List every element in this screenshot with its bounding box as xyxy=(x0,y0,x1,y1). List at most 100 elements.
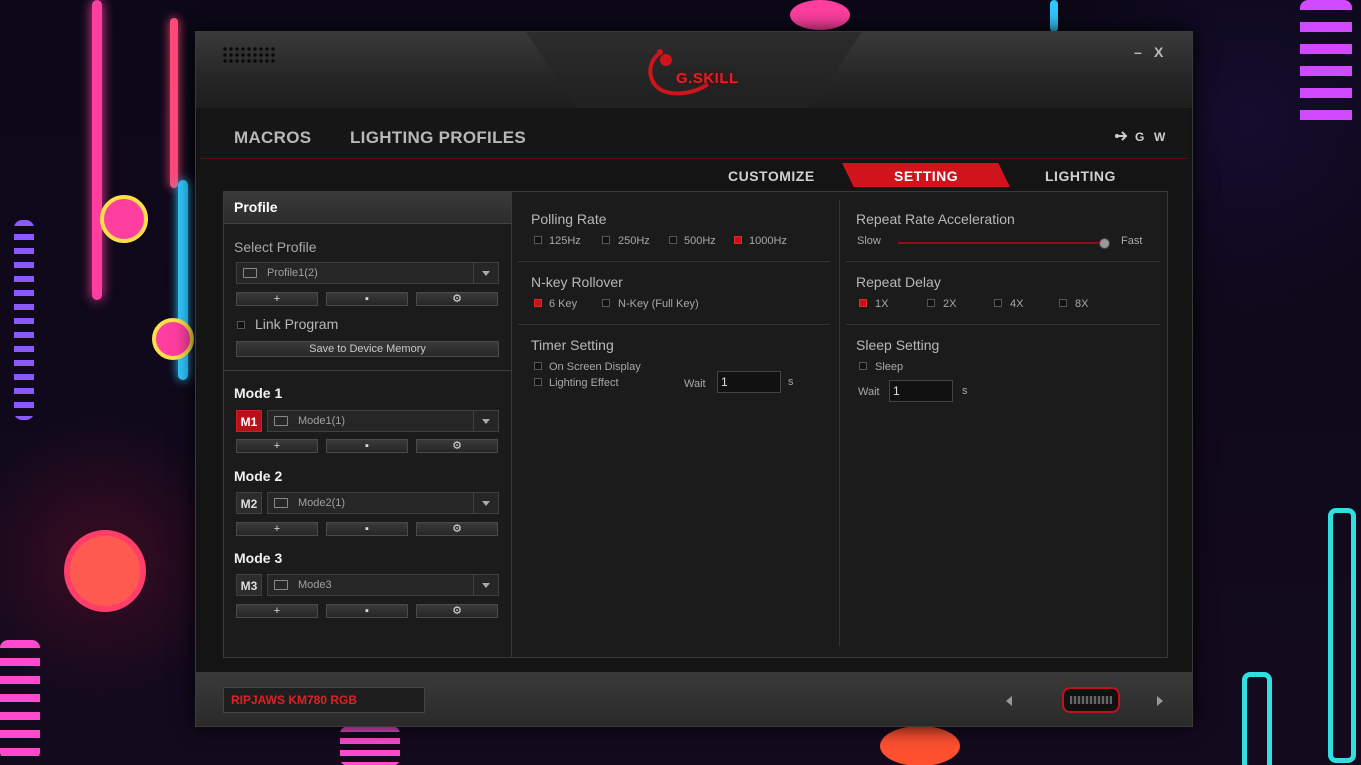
profile-dropdown-value: Profile1(2) xyxy=(267,267,318,279)
chevron-down-icon[interactable] xyxy=(473,263,498,283)
keyboard-thumbnail-icon[interactable] xyxy=(1062,687,1120,713)
delay-8x-label: 8X xyxy=(1075,298,1089,310)
mode3-dropdown-value: Mode3 xyxy=(298,579,332,591)
minimize-button[interactable]: – xyxy=(1134,44,1142,60)
polling-500-label: 500Hz xyxy=(684,235,716,247)
repeat-accel-fast-label: Fast xyxy=(1121,235,1143,247)
polling-250-label: 250Hz xyxy=(618,235,650,247)
polling-1000-checkbox[interactable] xyxy=(734,236,742,244)
mode2-add-button[interactable]: + xyxy=(236,522,318,536)
nav-lighting-profiles[interactable]: LIGHTING PROFILES xyxy=(350,128,526,148)
mode3-badge[interactable]: M3 xyxy=(236,574,262,596)
lighting-effect-checkbox[interactable] xyxy=(534,378,542,386)
delete-profile-button[interactable]: ▪ xyxy=(326,292,408,306)
logo-text: G.SKILL xyxy=(676,70,739,87)
divider xyxy=(224,370,511,371)
speaker-grille-decor xyxy=(222,46,276,64)
timer-wait-input[interactable]: 1 xyxy=(717,371,781,393)
close-button[interactable]: X xyxy=(1154,44,1163,60)
sleep-wait-input[interactable]: 1 xyxy=(889,380,953,402)
nav-macros[interactable]: MACROS xyxy=(234,128,311,148)
delay-8x-checkbox[interactable] xyxy=(1059,299,1067,307)
mode2-dropdown[interactable]: Mode2(1) xyxy=(267,492,499,514)
repeat-accel-slider-knob[interactable] xyxy=(1099,238,1110,249)
keyboard-icon xyxy=(274,580,288,590)
mode3-add-button[interactable]: + xyxy=(236,604,318,618)
nkey-full-checkbox[interactable] xyxy=(602,299,610,307)
main-nav: MACROS LIGHTING PROFILES G W xyxy=(200,108,1188,159)
sleep-wait-label: Wait xyxy=(858,386,880,398)
repeat-accel-slider-track[interactable] xyxy=(898,242,1104,244)
app-window: G.SKILL – X MACROS LIGHTING PROFILES G W… xyxy=(196,32,1192,726)
sleep-checkbox[interactable] xyxy=(859,362,867,370)
polling-250-checkbox[interactable] xyxy=(602,236,610,244)
keyboard-icon xyxy=(274,498,288,508)
divider xyxy=(846,324,1160,325)
delay-4x-checkbox[interactable] xyxy=(994,299,1002,307)
nkey-title: N-key Rollover xyxy=(531,274,623,290)
polling-125-checkbox[interactable] xyxy=(534,236,542,244)
nkey-6key-label: 6 Key xyxy=(549,298,578,310)
mode3-dropdown[interactable]: Mode3 xyxy=(267,574,499,596)
nav-w-button[interactable]: W xyxy=(1154,130,1165,144)
tab-lighting[interactable]: LIGHTING xyxy=(1045,168,1116,184)
mode1-add-button[interactable]: + xyxy=(236,439,318,453)
on-screen-display-checkbox[interactable] xyxy=(534,362,542,370)
prev-device-icon[interactable] xyxy=(1001,696,1012,706)
keyboard-icon xyxy=(243,268,257,278)
delay-4x-label: 4X xyxy=(1010,298,1024,310)
mode3-settings-button[interactable]: ⚙ xyxy=(416,604,498,618)
mode3-delete-button[interactable]: ▪ xyxy=(326,604,408,618)
chevron-down-icon[interactable] xyxy=(473,411,498,431)
sleep-title: Sleep Setting xyxy=(856,337,940,353)
select-profile-label: Select Profile xyxy=(234,239,317,255)
tab-customize[interactable]: CUSTOMIZE xyxy=(728,168,815,184)
chevron-down-icon[interactable] xyxy=(473,575,498,595)
add-profile-button[interactable]: + xyxy=(236,292,318,306)
repeat-accel-title: Repeat Rate Acceleration xyxy=(856,211,1015,227)
nkey-6key-checkbox[interactable] xyxy=(534,299,542,307)
timer-wait-label: Wait xyxy=(684,378,706,390)
divider xyxy=(846,261,1160,262)
delay-1x-label: 1X xyxy=(875,298,889,310)
mode1-dropdown[interactable]: Mode1(1) xyxy=(267,410,499,432)
device-name: RIPJAWS KM780 RGB xyxy=(223,687,425,713)
polling-500-checkbox[interactable] xyxy=(669,236,677,244)
polling-rate-title: Polling Rate xyxy=(531,211,607,227)
mode1-dropdown-value: Mode1(1) xyxy=(298,415,346,427)
save-to-device-button[interactable]: Save to Device Memory xyxy=(236,341,499,357)
repeat-accel-slow-label: Slow xyxy=(857,235,881,247)
sleep-unit-label: s xyxy=(962,385,968,397)
delay-1x-checkbox[interactable] xyxy=(859,299,867,307)
polling-1000-label: 1000Hz xyxy=(749,235,787,247)
keyboard-icon xyxy=(274,416,288,426)
chevron-down-icon[interactable] xyxy=(473,493,498,513)
mode2-settings-button[interactable]: ⚙ xyxy=(416,522,498,536)
timer-unit-label: s xyxy=(788,376,794,388)
link-program-label: Link Program xyxy=(255,316,339,332)
column-divider xyxy=(839,200,840,646)
tab-setting[interactable]: SETTING xyxy=(894,168,958,184)
repeat-delay-title: Repeat Delay xyxy=(856,274,941,290)
next-device-icon[interactable] xyxy=(1157,696,1168,706)
mode2-badge[interactable]: M2 xyxy=(236,492,262,514)
delay-2x-label: 2X xyxy=(943,298,957,310)
profile-settings-button[interactable]: ⚙ xyxy=(416,292,498,306)
lighting-effect-label: Lighting Effect xyxy=(549,377,619,389)
profile-panel: Profile Select Profile Profile1(2) + ▪ ⚙… xyxy=(223,191,512,658)
mode3-label: Mode 3 xyxy=(234,550,283,566)
device-footer: RIPJAWS KM780 RGB xyxy=(196,672,1192,726)
mode1-settings-button[interactable]: ⚙ xyxy=(416,439,498,453)
mode1-label: Mode 1 xyxy=(234,385,283,401)
mode1-badge[interactable]: M1 xyxy=(236,410,262,432)
nav-g-button[interactable]: G xyxy=(1135,130,1144,144)
mode1-delete-button[interactable]: ▪ xyxy=(326,439,408,453)
link-program-checkbox[interactable] xyxy=(237,321,245,329)
settings-panel: Polling Rate 125Hz 250Hz 500Hz 1000Hz N-… xyxy=(511,191,1168,658)
mode2-delete-button[interactable]: ▪ xyxy=(326,522,408,536)
usb-icon[interactable] xyxy=(1114,130,1128,142)
delay-2x-checkbox[interactable] xyxy=(927,299,935,307)
on-screen-display-label: On Screen Display xyxy=(549,361,641,373)
profile-dropdown[interactable]: Profile1(2) xyxy=(236,262,499,284)
title-bar[interactable]: G.SKILL – X xyxy=(196,32,1192,108)
